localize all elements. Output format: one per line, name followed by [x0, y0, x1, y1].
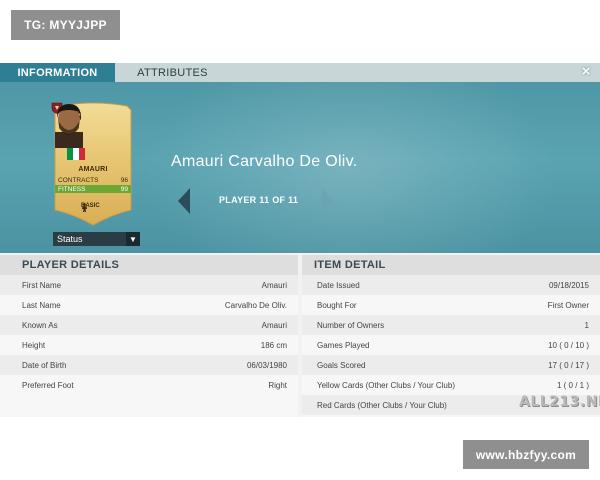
player-details-panel: PLAYER DETAILS First Name Amauri Last Na… — [0, 255, 298, 417]
tab-information[interactable]: INFORMATION — [0, 63, 115, 82]
watermark-bottom: www.hbzfyy.com — [463, 440, 589, 469]
watermark-logo: ALL213.NET — [519, 394, 600, 410]
player-portrait-icon — [55, 104, 83, 148]
detail-label: First Name — [22, 280, 62, 290]
card-player-name: AMAURI — [78, 166, 108, 173]
item-label: Goals Scored — [317, 360, 366, 370]
player-pager: PLAYER 11 OF 11 — [219, 195, 299, 205]
item-label: Games Played — [317, 340, 370, 350]
detail-value: Amauri — [261, 320, 287, 330]
item-value: 17 ( 0 / 17 ) — [548, 360, 589, 370]
detail-label: Preferred Foot — [22, 380, 74, 390]
player-full-name: Amauri Carvalho De Oliv. — [171, 153, 358, 170]
item-label: Red Cards (Other Clubs / Your Club) — [317, 400, 447, 410]
item-row: Games Played 10 ( 0 / 10 ) — [302, 335, 600, 355]
item-window: INFORMATION ATTRIBUTES × 75 ST — [0, 63, 600, 417]
detail-value: 186 cm — [260, 340, 287, 350]
detail-row: Known As Amauri — [0, 315, 298, 335]
tab-attributes[interactable]: ATTRIBUTES — [115, 63, 230, 82]
item-value: 1 ( 0 / 1 ) — [556, 380, 589, 390]
item-value: First Owner — [547, 300, 589, 310]
player-type-icon — [82, 203, 87, 212]
status-dropdown-label: Status — [57, 234, 83, 244]
next-player-arrow-icon[interactable] — [322, 188, 334, 214]
contracts-label: CONTRACTS — [58, 176, 99, 184]
item-label: Yellow Cards (Other Clubs / Your Club) — [317, 380, 455, 390]
detail-row: First Name Amauri — [0, 275, 298, 295]
detail-value: Carvalho De Oliv. — [224, 300, 287, 310]
watermark-top: TG: MYYJJPP — [11, 10, 120, 40]
detail-value: Amauri — [261, 280, 287, 290]
detail-row: Height 186 cm — [0, 335, 298, 355]
item-row: Bought For First Owner — [302, 295, 600, 315]
player-hero: 75 ST AMAURI CONTRACTS 96 — [0, 82, 600, 253]
item-label: Date Issued — [317, 280, 360, 290]
detail-row: Preferred Foot Right — [0, 375, 298, 395]
card-contracts-row: CONTRACTS 96 — [55, 176, 131, 184]
item-row: Goals Scored 17 ( 0 / 17 ) — [302, 355, 600, 375]
item-row: Yellow Cards (Other Clubs / Your Club) 1… — [302, 375, 600, 395]
previous-player-arrow-icon[interactable] — [178, 188, 190, 214]
player-details-title: PLAYER DETAILS — [0, 255, 298, 275]
detail-label: Date of Birth — [22, 360, 67, 370]
item-value: 1 — [584, 320, 589, 330]
detail-row: Date of Birth 06/03/1980 — [0, 355, 298, 375]
close-icon[interactable]: × — [578, 64, 594, 80]
detail-row: Last Name Carvalho De Oliv. — [0, 295, 298, 315]
fitness-label: FITNESS — [58, 185, 86, 193]
item-value: 09/18/2015 — [548, 280, 589, 290]
detail-value: Right — [268, 380, 287, 390]
detail-value: 06/03/1980 — [246, 360, 287, 370]
contracts-value: 96 — [120, 176, 128, 184]
item-detail-panel: ITEM DETAIL Date Issued 09/18/2015 Bough… — [302, 255, 600, 417]
card-type: BASIC — [81, 203, 100, 212]
item-value: 10 ( 0 / 10 ) — [548, 340, 589, 350]
chevron-down-icon[interactable]: ▼ — [126, 232, 140, 246]
detail-label: Height — [22, 340, 46, 350]
player-card[interactable]: 75 ST AMAURI CONTRACTS 96 — [51, 102, 135, 227]
detail-label: Known As — [22, 320, 58, 330]
item-row: Date Issued 09/18/2015 — [302, 275, 600, 295]
nation-flag-icon — [67, 148, 85, 160]
tab-bar: INFORMATION ATTRIBUTES × — [0, 63, 600, 82]
status-dropdown[interactable]: Status ▼ — [53, 232, 140, 246]
fitness-value: 99 — [120, 185, 128, 193]
card-fitness-row: FITNESS 99 — [55, 185, 131, 193]
detail-label: Last Name — [22, 300, 61, 310]
item-detail-title: ITEM DETAIL — [302, 255, 600, 275]
item-row: Number of Owners 1 — [302, 315, 600, 335]
item-label: Bought For — [317, 300, 357, 310]
item-label: Number of Owners — [317, 320, 385, 330]
